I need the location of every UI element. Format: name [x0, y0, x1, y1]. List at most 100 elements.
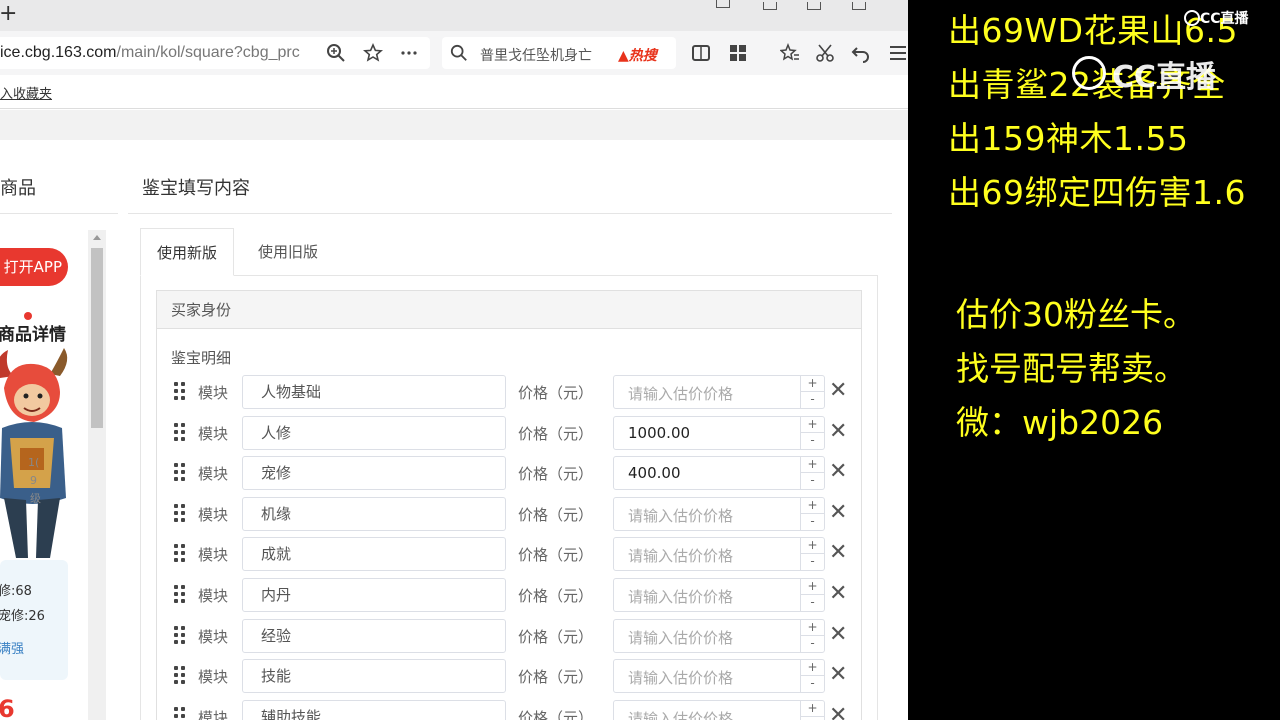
decrement-button[interactable]: - — [801, 636, 824, 652]
module-name-field[interactable]: 辅助技能 — [242, 699, 506, 720]
module-label: 模块 — [198, 424, 229, 443]
tab-old-version[interactable]: 使用旧版 — [242, 228, 334, 276]
price-placeholder: 请输入估价价格 — [628, 385, 734, 403]
decrement-button[interactable]: - — [801, 473, 824, 489]
module-row: 模块 辅助技能价格（元） 请输入估价价格 +- ✕ — [172, 699, 852, 720]
delete-row-icon[interactable]: ✕ — [829, 500, 847, 526]
overlay-line-4: 出69绑定四伤害1.6 — [948, 173, 1246, 212]
delete-row-icon[interactable]: ✕ — [829, 662, 847, 688]
module-row: 模块 人修 价格（元） 1000.00 + - ✕ — [172, 415, 852, 451]
scroll-up-icon[interactable] — [93, 235, 101, 240]
increment-button[interactable]: + — [801, 376, 824, 392]
module-name-field[interactable]: 经验 — [242, 618, 506, 653]
restore-icon[interactable] — [807, 2, 821, 10]
increment-button[interactable]: + — [801, 538, 824, 555]
price-placeholder: 请输入估价价格 — [628, 709, 734, 720]
maximize-icon[interactable] — [852, 2, 866, 10]
drag-handle-icon[interactable] — [174, 422, 186, 441]
svg-text:级: 级 — [30, 492, 41, 505]
favorites-icon[interactable] — [780, 43, 800, 63]
delete-row-icon[interactable]: ✕ — [829, 419, 847, 445]
drag-handle-icon[interactable] — [174, 706, 186, 720]
new-tab-button[interactable]: + — [0, 2, 17, 26]
increment-button[interactable]: + — [801, 417, 824, 433]
increment-button[interactable]: + — [801, 620, 824, 636]
drag-handle-icon[interactable] — [174, 544, 186, 563]
scroll-thumb[interactable] — [91, 248, 103, 428]
drag-handle-icon[interactable] — [174, 503, 186, 522]
menu-icon[interactable] — [888, 43, 908, 63]
delete-row-icon[interactable]: ✕ — [829, 581, 847, 607]
more-icon[interactable] — [399, 43, 419, 63]
price-input[interactable]: 请输入估价价格 +- — [613, 699, 825, 720]
decrement-button[interactable]: - — [801, 676, 824, 692]
decrement-button[interactable]: - — [801, 554, 824, 570]
module-name-field[interactable]: 机缘 — [242, 496, 506, 531]
delete-row-icon[interactable]: ✕ — [829, 703, 847, 720]
price-label: 价格（元） — [518, 668, 594, 687]
decrement-button[interactable]: - — [801, 392, 824, 408]
price-stepper: +- — [800, 457, 824, 490]
increment-button[interactable]: + — [801, 701, 824, 717]
scissors-icon[interactable] — [815, 43, 835, 63]
module-name-field[interactable]: 内丹 — [242, 578, 506, 612]
apps-icon[interactable] — [728, 43, 748, 63]
more-link[interactable]: 满强 — [0, 638, 24, 657]
url-field[interactable]: ice.cbg.163.com/main/kol/square?cbg_prc — [0, 37, 430, 69]
decrement-button[interactable]: - — [801, 433, 824, 449]
divider — [0, 213, 118, 214]
delete-row-icon[interactable]: ✕ — [829, 540, 847, 566]
price-value: 6 — [0, 695, 15, 720]
increment-button[interactable]: + — [801, 579, 824, 595]
delete-row-icon[interactable]: ✕ — [829, 459, 847, 485]
price-input[interactable]: 请输入估价价格 +- — [613, 618, 825, 653]
price-input[interactable]: 请输入估价价格 +- — [613, 578, 825, 612]
hot-search-badge[interactable]: ▲热搜 — [618, 45, 657, 65]
form-title: 鉴宝填写内容 — [142, 178, 250, 199]
delete-row-icon[interactable]: ✕ — [829, 378, 847, 404]
price-input[interactable]: 请输入估价价格 +- — [613, 375, 825, 409]
price-input[interactable]: 1000.00 + - — [613, 415, 825, 450]
increment-button[interactable]: + — [801, 498, 824, 514]
section-subtitle: 鉴宝明细 — [171, 349, 232, 367]
delete-row-icon[interactable]: ✕ — [829, 622, 847, 648]
price-input[interactable]: 400.00 + - — [613, 456, 825, 491]
preview-scrollbar[interactable] — [88, 230, 106, 720]
browser-window: + ice.cbg.163.com/main/kol/square?cbg_pr… — [0, 0, 908, 720]
search-box[interactable]: 普里戈任坠机身亡 ▲热搜 — [442, 37, 676, 69]
increment-button[interactable]: + — [801, 660, 824, 677]
price-label: 价格（元） — [518, 708, 594, 720]
increment-button[interactable]: + — [801, 457, 824, 474]
module-name-field[interactable]: 人物基础 — [242, 375, 506, 409]
bookmark-link[interactable]: 入收藏夹 — [0, 83, 52, 102]
price-label: 价格（元） — [518, 465, 594, 484]
minimize-icon[interactable] — [763, 2, 777, 10]
drag-handle-icon[interactable] — [174, 625, 186, 644]
price-placeholder: 请输入估价价格 — [628, 547, 734, 566]
price-input[interactable]: 请输入估价价格 +- — [613, 659, 825, 694]
tab-new-version[interactable]: 使用新版 — [140, 228, 235, 276]
zoom-icon[interactable] — [326, 43, 346, 63]
price-stepper: +- — [800, 497, 824, 530]
module-name-field[interactable]: 宠修 — [242, 456, 506, 491]
decrement-button[interactable]: - — [801, 595, 824, 611]
window-pin-icon[interactable] — [716, 0, 730, 8]
price-input[interactable]: 请输入估价价格 +- — [613, 537, 825, 572]
reader-icon[interactable] — [691, 43, 711, 63]
star-icon[interactable] — [363, 43, 383, 63]
decrement-button[interactable]: - — [801, 514, 824, 530]
overlay-line-7: 微：wjb2026 — [956, 403, 1164, 442]
module-name-field[interactable]: 技能 — [242, 659, 506, 694]
module-name-field[interactable]: 人修 — [242, 415, 506, 450]
price-input[interactable]: 请输入估价价格 +- — [613, 496, 825, 531]
price-placeholder: 请输入估价价格 — [628, 669, 734, 688]
url-host: ice.cbg.163.com — [0, 44, 117, 61]
drag-handle-icon[interactable] — [174, 585, 186, 603]
drag-handle-icon[interactable] — [174, 463, 186, 482]
drag-handle-icon[interactable] — [174, 666, 186, 685]
open-app-button[interactable]: 打开APP — [0, 248, 68, 286]
module-name-field[interactable]: 成就 — [242, 537, 506, 572]
stat-character-training: 修:68 — [0, 584, 32, 599]
undo-icon[interactable] — [851, 43, 871, 63]
drag-handle-icon[interactable] — [174, 382, 186, 400]
